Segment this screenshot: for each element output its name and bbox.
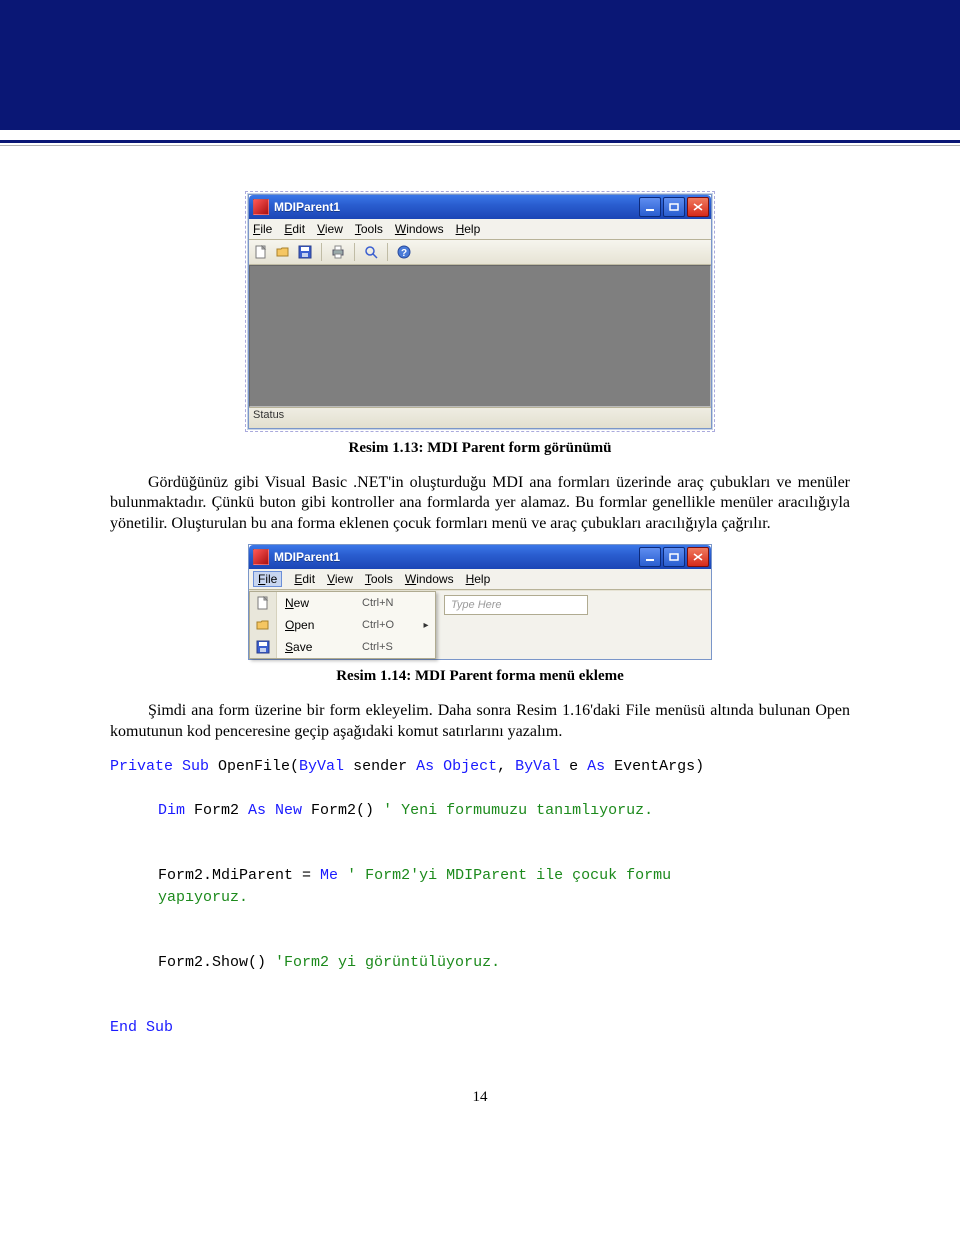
menu-file[interactable]: File <box>253 571 282 587</box>
header-band <box>0 0 960 130</box>
submenu-arrow-icon: ▸ <box>421 620 435 631</box>
menu-windows[interactable]: Windows <box>395 222 444 236</box>
page-number: 14 <box>110 1089 850 1106</box>
menu-item-shortcut: Ctrl+O <box>362 619 421 631</box>
window-title: MDIParent1 <box>274 200 639 214</box>
menu-item-label: Save <box>277 640 362 654</box>
paragraph-2: Şimdi ana form üzerine bir form ekleyeli… <box>110 701 850 742</box>
code-line-3b: yapıyoruz. <box>110 887 850 909</box>
paragraph-1: Gördüğünüz gibi Visual Basic .NET'in olu… <box>110 473 850 534</box>
figure-1: MDIParent1 File E <box>110 191 850 432</box>
content-area: MDIParent1 File E <box>0 146 960 1146</box>
mdi-client-area <box>249 265 711 407</box>
window-title: MDIParent1 <box>274 550 639 564</box>
open-folder-icon[interactable] <box>275 244 291 260</box>
menu-help[interactable]: Help <box>466 572 491 586</box>
page: MDIParent1 File E <box>0 0 960 1146</box>
help-icon[interactable]: ? <box>396 244 412 260</box>
menu-item-label: Open <box>277 618 362 632</box>
minimize-button[interactable] <box>639 547 661 567</box>
figure-1-caption: Resim 1.13: MDI Parent form görünümü <box>110 440 850 457</box>
menu-item-shortcut: Ctrl+S <box>362 641 421 653</box>
menu-file[interactable]: File <box>253 222 272 236</box>
new-file-icon[interactable] <box>253 244 269 260</box>
code-line-5: End Sub <box>110 1019 173 1036</box>
print-icon[interactable] <box>330 244 346 260</box>
menu-tools[interactable]: Tools <box>355 222 383 236</box>
menu-help[interactable]: Help <box>456 222 481 236</box>
menu-item-save[interactable]: Save Ctrl+S <box>250 636 435 658</box>
menu-bar[interactable]: File Edit View Tools Windows Help <box>249 569 711 590</box>
menu-item-open[interactable]: Open Ctrl+O ▸ <box>250 614 435 636</box>
menu-edit[interactable]: Edit <box>294 572 315 586</box>
figure-2-caption: Resim 1.14: MDI Parent forma menü ekleme <box>110 668 850 685</box>
menu-view[interactable]: View <box>327 572 353 586</box>
status-bar: Status <box>249 407 711 428</box>
maximize-button[interactable] <box>663 547 685 567</box>
toolbar-separator <box>387 243 388 261</box>
mdi-window-menu-open: MDIParent1 File Edit View Tools Windows … <box>248 544 712 660</box>
title-bar[interactable]: MDIParent1 <box>249 195 711 219</box>
window-buttons <box>639 547 709 567</box>
file-dropdown[interactable]: New Ctrl+N Open Ctrl+O ▸ Save <box>249 591 436 659</box>
minimize-icon <box>645 553 655 561</box>
title-bar[interactable]: MDIParent1 <box>249 545 711 569</box>
maximize-icon <box>669 553 679 561</box>
menu-view[interactable]: View <box>317 222 343 236</box>
minimize-button[interactable] <box>639 197 661 217</box>
type-here-placeholder[interactable]: Type Here <box>444 595 588 615</box>
design-selection-outline: MDIParent1 File E <box>245 191 715 432</box>
menu-item-new[interactable]: New Ctrl+N <box>250 592 435 614</box>
menu-item-shortcut: Ctrl+N <box>362 597 421 609</box>
maximize-icon <box>669 203 679 211</box>
app-icon <box>253 199 269 215</box>
menu-bar[interactable]: File Edit View Tools Windows Help <box>249 219 711 240</box>
code-line-3: Form2.MdiParent = Me ' Form2'yi MDIParen… <box>110 865 850 887</box>
toolbar-separator <box>354 243 355 261</box>
dropdown-area: New Ctrl+N Open Ctrl+O ▸ Save <box>249 590 711 659</box>
open-folder-icon <box>250 614 277 636</box>
divider-dark <box>0 140 960 143</box>
code-block: Private Sub OpenFile(ByVal sender As Obj… <box>110 756 850 1039</box>
mdi-window: MDIParent1 File E <box>248 194 712 429</box>
save-icon[interactable] <box>297 244 313 260</box>
menu-windows[interactable]: Windows <box>405 572 454 586</box>
maximize-button[interactable] <box>663 197 685 217</box>
code-line-2: Dim Form2 As New Form2() ' Yeni formumuz… <box>110 800 850 822</box>
search-icon[interactable] <box>363 244 379 260</box>
new-file-icon <box>250 592 277 614</box>
window-buttons <box>639 197 709 217</box>
save-icon <box>250 636 277 658</box>
toolbar[interactable]: ? <box>249 240 711 265</box>
app-icon <box>253 549 269 565</box>
menu-edit[interactable]: Edit <box>284 222 305 236</box>
menu-item-label: New <box>277 596 362 610</box>
close-button[interactable] <box>687 197 709 217</box>
menu-tools[interactable]: Tools <box>365 572 393 586</box>
status-text: Status <box>253 409 284 421</box>
close-button[interactable] <box>687 547 709 567</box>
close-icon <box>693 203 703 211</box>
svg-text:?: ? <box>401 248 407 259</box>
close-icon <box>693 553 703 561</box>
figure-2: MDIParent1 File Edit View Tools Windows … <box>110 544 850 660</box>
toolbar-separator <box>321 243 322 261</box>
code-line-1: Private Sub OpenFile(ByVal sender As Obj… <box>110 758 704 775</box>
code-line-4: Form2.Show() 'Form2 yi görüntülüyoruz. <box>110 952 850 974</box>
minimize-icon <box>645 203 655 211</box>
